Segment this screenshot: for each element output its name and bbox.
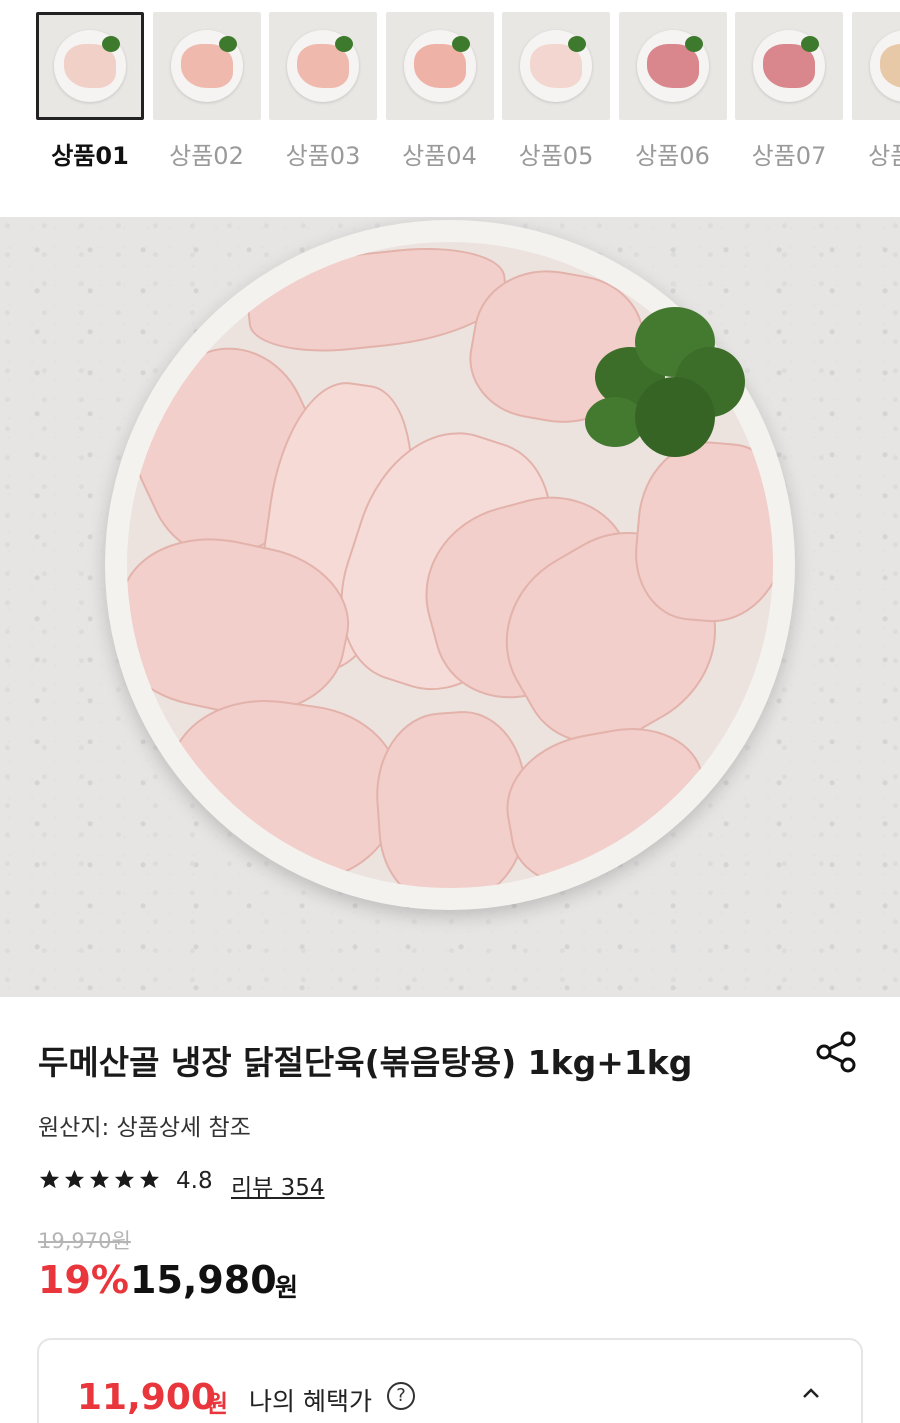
- chevron-up-icon[interactable]: [799, 1382, 823, 1406]
- origin-info: 원산지: 상품상세 참조: [38, 1115, 251, 1141]
- star-icon: [89, 1169, 110, 1189]
- sale-price-unit: 원: [275, 1273, 299, 1302]
- star-icon: [64, 1169, 85, 1189]
- thumbnail-label[interactable]: 상품06: [619, 136, 727, 171]
- thumbnail-5[interactable]: [502, 12, 610, 120]
- thumbnail-label[interactable]: 상품01: [36, 136, 144, 171]
- thumbnail-3[interactable]: [269, 12, 377, 120]
- benefit-price: 11,900: [77, 1377, 216, 1418]
- thumbnail-4[interactable]: [385, 12, 494, 120]
- reviews-link[interactable]: 리뷰 354: [231, 1168, 325, 1202]
- thumbnail-label[interactable]: 상품03: [269, 136, 377, 171]
- thumbnail-label[interactable]: 상품07: [735, 136, 843, 171]
- share-icon[interactable]: [812, 1030, 860, 1074]
- star-icon: [39, 1169, 60, 1189]
- original-price: 19,970원: [38, 1229, 131, 1253]
- parsley-garnish: [555, 287, 755, 477]
- sale-price: 15,980: [130, 1258, 277, 1302]
- product-title: 두메산골 냉장 닭절단육(볶음탕용) 1kg+1kg: [38, 1043, 693, 1082]
- thumbnail-2[interactable]: [152, 12, 261, 120]
- star-icon: [139, 1169, 160, 1189]
- benefit-label: 나의 혜택가: [249, 1387, 372, 1416]
- star-rating: [38, 1168, 161, 1191]
- thumbnail-label[interactable]: 상품05: [502, 136, 610, 171]
- thumbnail-strip: 상품01 상품02상품03 상품04상품05 상품06상품07 상품08: [0, 0, 900, 210]
- help-icon[interactable]: ?: [387, 1382, 415, 1410]
- star-icon: [114, 1169, 135, 1189]
- rating-value: 4.8: [176, 1168, 213, 1194]
- benefit-price-panel[interactable]: 11,900 원 나의 혜택가 ?: [37, 1338, 863, 1423]
- discount-rate: 19%: [38, 1258, 129, 1302]
- thumbnail-1[interactable]: [36, 12, 144, 120]
- thumbnail-6[interactable]: [618, 12, 727, 120]
- thumbnail-label[interactable]: 상품02: [153, 136, 261, 171]
- product-main-image[interactable]: [0, 217, 900, 997]
- thumbnail-label[interactable]: 상품08: [852, 136, 900, 171]
- benefit-price-unit: 원: [206, 1390, 229, 1418]
- thumbnail-8[interactable]: [851, 12, 900, 120]
- thumbnail-7[interactable]: [735, 12, 843, 120]
- thumbnail-label[interactable]: 상품04: [386, 136, 494, 171]
